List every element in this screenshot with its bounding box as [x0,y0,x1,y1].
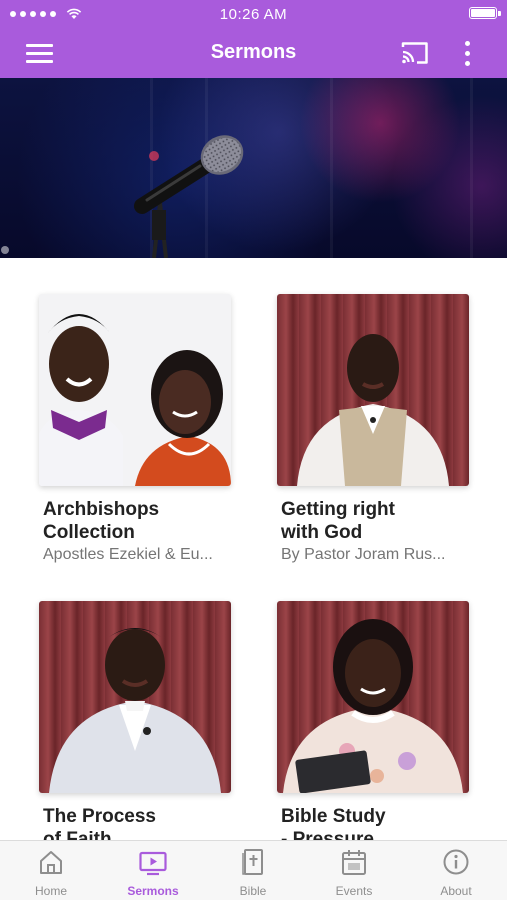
tab-bible[interactable]: Bible [208,847,298,898]
top-app-bar: Sermons [0,28,507,78]
sermon-card[interactable]: Getting right with God By Pastor Joram R… [277,294,507,564]
tab-label: Events [335,884,373,898]
hero-banner-image [0,78,507,258]
tab-sermons[interactable]: Sermons [108,847,198,898]
tab-label: Bible [239,884,267,898]
about-icon [443,849,469,875]
sermon-grid: Archbishops Collection Apostles Ezekiel … [0,258,507,840]
sermon-card[interactable]: The Process of Faith [39,601,271,840]
bible-icon [242,849,263,875]
sermon-card[interactable]: Archbishops Collection Apostles Ezekiel … [39,294,271,564]
sermon-thumbnail [39,601,231,793]
sermon-card[interactable]: Bible Study - Pressure [277,601,507,840]
page-title: Sermons [210,41,297,63]
status-bar: 10:26 AM [0,0,507,28]
status-time: 10:26 AM [219,6,288,23]
sermon-thumbnail [39,294,231,486]
sermons-icon [139,851,167,876]
cast-button[interactable] [400,40,430,66]
tab-home[interactable]: Home [6,847,96,898]
home-icon [40,851,62,874]
tab-about[interactable]: About [411,847,501,898]
battery-icon [469,7,501,19]
tab-label: About [440,884,472,898]
more-options-button[interactable] [459,40,477,68]
events-icon [342,850,366,875]
sermon-title: Archbishops Collection [43,499,160,543]
sermon-subtitle: By Pastor Joram Rus... [281,546,446,563]
sermon-title: The Process of Faith [43,806,156,840]
sermon-title: Getting right with God [281,499,395,543]
sermon-subtitle: Apostles Ezekiel & Eu... [43,546,213,563]
tab-label: Sermons [127,884,179,898]
cast-icon [401,42,428,64]
sermon-title: Bible Study - Pressure [281,806,386,840]
tab-label: Home [34,884,67,898]
tab-events[interactable]: Events [309,847,399,898]
sermon-thumbnail [277,601,469,793]
bottom-tab-bar: Home Sermons Bible Events About [0,840,507,900]
microphone-icon [1,135,244,258]
sermon-thumbnail [277,294,469,486]
